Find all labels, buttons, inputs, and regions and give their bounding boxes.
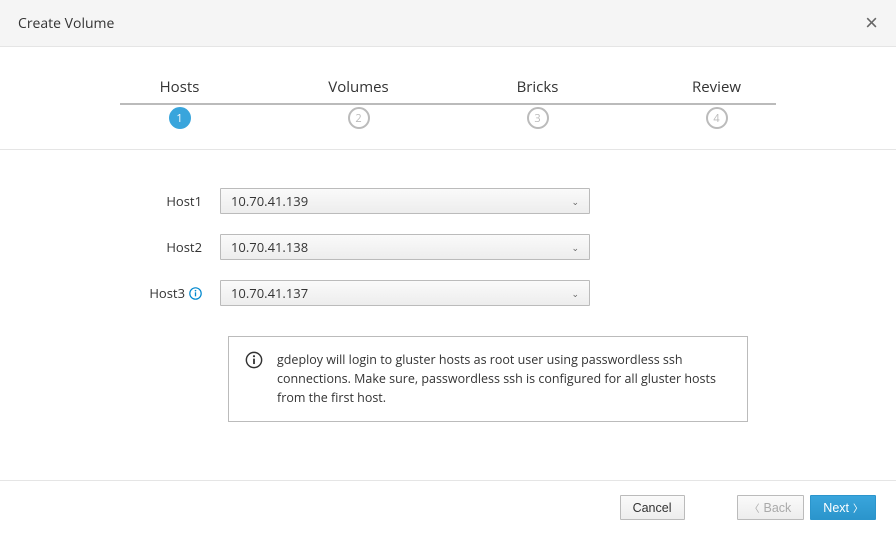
alert-text: gdeploy will login to gluster hosts as r…	[277, 351, 731, 407]
step-bubble: 4	[706, 107, 728, 129]
chevron-down-icon: ⌄	[571, 195, 579, 208]
row-host3: Host3 10.70.41.137 ⌄	[20, 280, 876, 306]
step-label: Bricks	[448, 77, 627, 97]
select-value: 10.70.41.138	[231, 238, 308, 256]
footer-gap	[691, 495, 731, 520]
label-host2: Host2	[20, 238, 220, 256]
chevron-left-icon: 〈	[750, 500, 760, 515]
alert-ssh-info: gdeploy will login to gluster hosts as r…	[228, 336, 748, 422]
button-label: Next	[823, 501, 849, 515]
step-bubble: 1	[169, 107, 191, 129]
label-text: Host3	[149, 284, 185, 302]
modal-title: Create Volume	[18, 14, 114, 33]
close-icon: ×	[865, 10, 878, 35]
label-host3: Host3	[20, 284, 220, 302]
info-circle-icon	[245, 351, 263, 369]
select-host2[interactable]: 10.70.41.138 ⌄	[220, 234, 590, 260]
row-host2: Host2 10.70.41.138 ⌄	[20, 234, 876, 260]
label-host1: Host1	[20, 192, 220, 210]
step-bubble: 2	[348, 107, 370, 129]
button-label: Cancel	[633, 501, 672, 515]
select-value: 10.70.41.137	[231, 284, 308, 302]
step-label: Review	[627, 77, 806, 97]
chevron-down-icon: ⌄	[571, 287, 579, 300]
select-host1[interactable]: 10.70.41.139 ⌄	[220, 188, 590, 214]
info-icon[interactable]	[189, 287, 202, 300]
close-button[interactable]: ×	[865, 12, 878, 34]
modal-header: Create Volume ×	[0, 0, 896, 47]
step-label: Volumes	[269, 77, 448, 97]
label-text: Host2	[166, 238, 202, 256]
select-host3[interactable]: 10.70.41.137 ⌄	[220, 280, 590, 306]
cancel-button[interactable]: Cancel	[620, 495, 685, 520]
chevron-down-icon: ⌄	[571, 241, 579, 254]
step-line	[120, 103, 776, 105]
back-button[interactable]: 〈 Back	[737, 495, 805, 520]
form-hosts: Host1 10.70.41.139 ⌄ Host2 10.70.41.138 …	[0, 150, 896, 422]
label-text: Host1	[166, 192, 202, 210]
select-value: 10.70.41.139	[231, 192, 308, 210]
row-host1: Host1 10.70.41.139 ⌄	[20, 188, 876, 214]
wizard-steps: Hosts 1 Volumes 2 Bricks 3 Review 4	[0, 47, 896, 150]
chevron-right-icon: 〉	[853, 500, 863, 515]
step-label: Hosts	[90, 77, 269, 97]
step-bubble: 3	[527, 107, 549, 129]
next-button[interactable]: Next 〉	[810, 495, 876, 520]
button-label: Back	[764, 501, 792, 515]
modal-footer: Cancel 〈 Back Next 〉	[0, 480, 896, 534]
